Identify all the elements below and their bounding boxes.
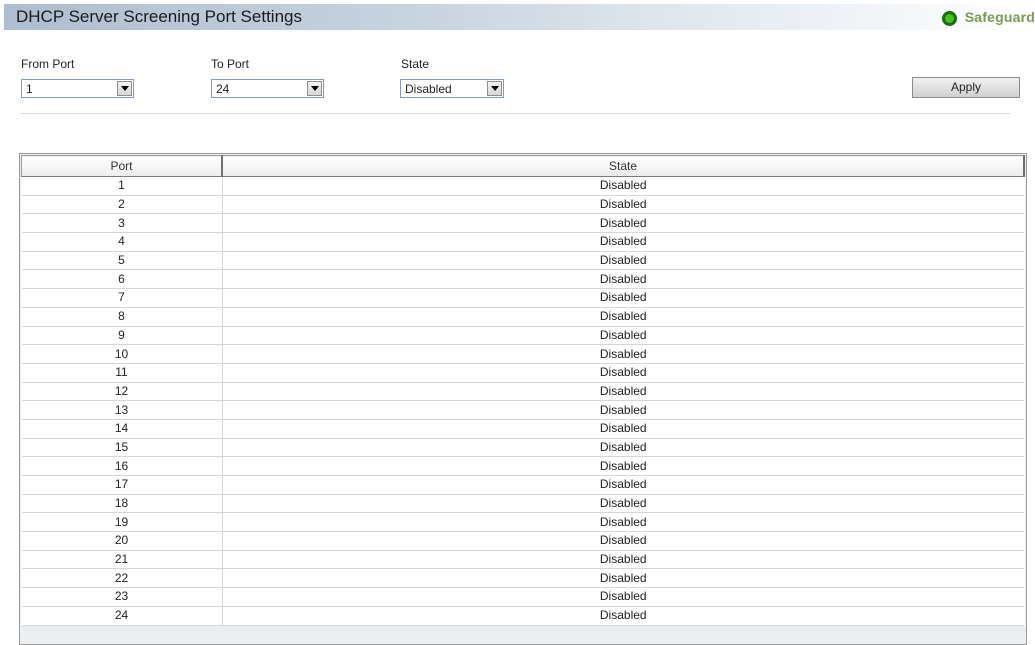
port-cell: 21 xyxy=(21,550,223,570)
state-cell: Disabled xyxy=(222,438,1024,458)
state-cell: Disabled xyxy=(222,195,1024,215)
port-table-container: Port State 1 Disabled 2 Disabled 3 Disabled… xyxy=(19,153,1027,645)
state-cell: Disabled xyxy=(222,269,1024,290)
state-cell: Disabled xyxy=(222,307,1024,327)
state-cell: Disabled xyxy=(222,382,1024,402)
table-row: 2 Disabled xyxy=(21,195,1024,215)
state-cell: Disabled xyxy=(222,344,1024,364)
table-row: 19 Disabled xyxy=(21,512,1024,533)
from-port-value: 1 xyxy=(26,82,33,96)
table-row: 11 Disabled xyxy=(21,363,1024,383)
port-cell: 8 xyxy=(21,307,223,327)
table-row: 8 Disabled xyxy=(21,307,1024,327)
chevron-down-icon[interactable] xyxy=(487,81,502,96)
column-header-port: Port xyxy=(21,155,223,177)
chevron-down-icon[interactable] xyxy=(117,81,132,96)
port-cell: 16 xyxy=(21,456,223,476)
port-cell: 6 xyxy=(21,269,223,290)
port-cell: 18 xyxy=(21,494,223,514)
table-row: 16 Disabled xyxy=(21,456,1024,476)
table-row: 12 Disabled xyxy=(21,382,1024,402)
table-row: 4 Disabled xyxy=(21,232,1024,252)
port-cell: 11 xyxy=(21,363,223,383)
state-cell: Disabled xyxy=(222,363,1024,383)
state-cell: Disabled xyxy=(222,587,1024,607)
port-cell: 7 xyxy=(21,288,223,308)
table-row: 15 Disabled xyxy=(21,438,1024,458)
from-port-label: From Port xyxy=(21,57,75,71)
port-cell: 15 xyxy=(21,438,223,458)
port-cell: 22 xyxy=(21,568,223,589)
state-select[interactable]: Disabled xyxy=(400,79,504,98)
port-cell: 5 xyxy=(21,251,223,271)
state-cell: Disabled xyxy=(222,400,1024,420)
state-label: State xyxy=(401,57,430,71)
table-row: 7 Disabled xyxy=(21,288,1024,308)
state-cell: Disabled xyxy=(222,494,1024,514)
table-row: 21 Disabled xyxy=(21,550,1024,570)
state-cell: Disabled xyxy=(222,232,1024,252)
state-cell: Disabled xyxy=(222,213,1024,234)
state-cell: Disabled xyxy=(222,251,1024,271)
port-cell: 19 xyxy=(21,512,223,533)
state-value: Disabled xyxy=(405,82,452,96)
state-cell: Disabled xyxy=(222,419,1024,439)
state-cell: Disabled xyxy=(222,531,1024,551)
from-port-select[interactable]: 1 xyxy=(21,79,134,98)
safeguard-label: Safeguard xyxy=(964,9,1035,25)
port-cell: 2 xyxy=(21,195,223,215)
table-row: 18 Disabled xyxy=(21,494,1024,514)
page-title: DHCP Server Screening Port Settings xyxy=(16,7,302,26)
table-row: 24 Disabled xyxy=(21,606,1024,626)
state-cell: Disabled xyxy=(222,326,1024,346)
safeguard-status-icon xyxy=(941,10,957,26)
port-cell: 24 xyxy=(21,606,223,626)
table-row: 14 Disabled xyxy=(21,419,1024,439)
port-state-table: Port State 1 Disabled 2 Disabled 3 Disabled… xyxy=(21,155,1025,626)
table-row: 5 Disabled xyxy=(21,251,1024,271)
table-row: 10 Disabled xyxy=(21,344,1024,364)
column-header-state: State xyxy=(222,155,1025,177)
to-port-label: To Port xyxy=(211,57,250,71)
table-row: 22 Disabled xyxy=(21,568,1024,589)
port-cell: 20 xyxy=(21,531,223,551)
chevron-down-icon[interactable] xyxy=(307,81,322,96)
table-row: 3 Disabled xyxy=(21,213,1024,234)
table-row: 9 Disabled xyxy=(21,326,1024,346)
table-row: 20 Disabled xyxy=(21,531,1024,551)
state-cell: Disabled xyxy=(222,475,1024,495)
port-cell: 23 xyxy=(21,587,223,607)
divider xyxy=(20,113,1010,114)
state-cell: Disabled xyxy=(222,288,1024,308)
port-cell: 17 xyxy=(21,475,223,495)
state-cell: Disabled xyxy=(222,606,1024,626)
table-row: 23 Disabled xyxy=(21,587,1024,607)
port-cell: 13 xyxy=(21,400,223,420)
to-port-value: 24 xyxy=(216,82,230,96)
port-cell: 9 xyxy=(21,326,223,346)
state-cell: Disabled xyxy=(222,176,1024,196)
table-row: 13 Disabled xyxy=(21,400,1024,420)
state-cell: Disabled xyxy=(222,512,1024,533)
title-bar: DHCP Server Screening Port Settings Safe… xyxy=(4,4,1035,30)
port-cell: 4 xyxy=(21,232,223,252)
safeguard-indicator: Safeguard xyxy=(941,7,1035,27)
table-row: 17 Disabled xyxy=(21,475,1024,495)
table-row: 1 Disabled xyxy=(21,176,1024,196)
state-cell: Disabled xyxy=(222,550,1024,570)
port-cell: 3 xyxy=(21,213,223,234)
state-cell: Disabled xyxy=(222,456,1024,476)
state-cell: Disabled xyxy=(222,568,1024,589)
port-cell: 1 xyxy=(21,176,223,196)
port-cell: 10 xyxy=(21,344,223,364)
port-cell: 12 xyxy=(21,382,223,402)
port-cell: 14 xyxy=(21,419,223,439)
table-row: 6 Disabled xyxy=(21,269,1024,290)
table-header-row: Port State xyxy=(21,155,1025,177)
apply-button[interactable]: Apply xyxy=(912,77,1020,98)
to-port-select[interactable]: 24 xyxy=(211,79,324,98)
